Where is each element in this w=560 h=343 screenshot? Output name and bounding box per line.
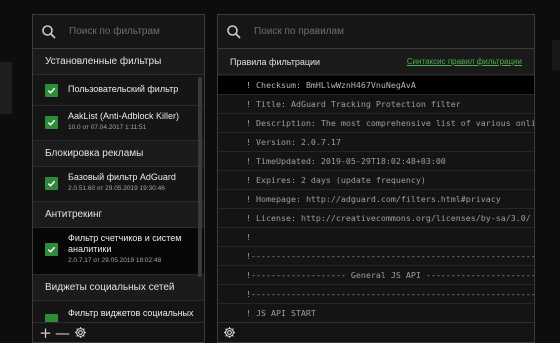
rule-line[interactable]: ! JS API START bbox=[218, 304, 534, 323]
rules-panel: Правила фильтрации Синтаксис правил филь… bbox=[217, 14, 535, 343]
gear-icon[interactable] bbox=[223, 326, 236, 339]
rule-line[interactable]: ! Homepage: http://adguard.com/filters.h… bbox=[218, 190, 534, 209]
rules-toolbar bbox=[218, 322, 534, 342]
rules-title: Правила фильтрации bbox=[230, 56, 321, 67]
rule-line[interactable]: ! License: http://creativecommons.org/li… bbox=[218, 209, 534, 228]
rule-search-bar bbox=[218, 15, 534, 49]
check-icon bbox=[47, 246, 56, 253]
background-window-strip bbox=[0, 62, 12, 114]
remove-filter-button[interactable]: — bbox=[55, 325, 70, 340]
rule-line[interactable]: !---------------------------------------… bbox=[218, 285, 534, 304]
rule-line[interactable]: !---------------------------------------… bbox=[218, 247, 534, 266]
rule-line[interactable]: ! Title: AdGuard Tracking Protection fil… bbox=[218, 95, 534, 114]
gear-icon[interactable] bbox=[74, 326, 87, 339]
filter-item-user[interactable]: Пользовательский фильтр bbox=[33, 75, 204, 106]
filter-item-tracking[interactable]: Фильтр счетчиков и систем аналитики 2.0.… bbox=[33, 228, 204, 275]
search-icon[interactable] bbox=[41, 24, 57, 40]
background-window-strip bbox=[552, 40, 560, 70]
filters-toolbar: + — bbox=[33, 322, 204, 342]
rule-line[interactable]: ! TimeUpdated: 2019-05-29T18:02:48+03:00 bbox=[218, 152, 534, 171]
filter-name: Пользовательский фильтр bbox=[68, 84, 179, 94]
filters-panel: Установленные фильтры Пользовательский ф… bbox=[32, 14, 205, 343]
search-icon[interactable] bbox=[226, 24, 242, 40]
rule-line[interactable]: ! bbox=[218, 228, 534, 247]
section-header-installed: Установленные фильтры bbox=[33, 49, 204, 75]
section-header-social: Виджеты социальных сетей bbox=[33, 275, 204, 301]
filter-meta: 10.0 от 07.04.2017 1:11:51 bbox=[68, 124, 147, 131]
rules-editor[interactable]: ! Checksum: BmHLlwWznH467VnuNegAvA ! Tit… bbox=[218, 76, 534, 323]
rule-line[interactable]: !------------------- General JS API ----… bbox=[218, 266, 534, 285]
filter-meta: 2.0.7.17 от 29.05.2019 18:02:48 bbox=[68, 257, 162, 264]
filter-name: Базовый фильтр AdGuard bbox=[68, 172, 176, 182]
filter-item-aaklist[interactable]: AakList (Anti-Adblock Killer) 10.0 от 07… bbox=[33, 106, 204, 141]
filter-meta: 2.0.51.60 от 29.05.2019 19:30:46 bbox=[68, 185, 165, 192]
add-filter-button[interactable]: + bbox=[38, 325, 53, 340]
filter-name: Фильтр виджетов социальных bbox=[68, 308, 194, 318]
filter-search-input[interactable] bbox=[69, 19, 204, 44]
check-icon bbox=[47, 87, 56, 94]
filter-checkbox[interactable] bbox=[45, 84, 58, 97]
rule-line[interactable]: ! Description: The most comprehensive li… bbox=[218, 114, 534, 133]
filter-checkbox[interactable] bbox=[45, 116, 58, 129]
rule-line[interactable]: ! Expires: 2 days (update frequency) bbox=[218, 171, 534, 190]
filter-name: Фильтр счетчиков и систем аналитики bbox=[68, 233, 182, 254]
filter-checkbox[interactable] bbox=[45, 243, 58, 256]
filter-list-scrollbar[interactable] bbox=[198, 77, 202, 277]
section-header-ads: Блокировка рекламы bbox=[33, 141, 204, 167]
filter-list: Установленные фильтры Пользовательский ф… bbox=[33, 49, 204, 325]
filter-search-bar bbox=[33, 15, 204, 49]
filter-item-base[interactable]: Базовый фильтр AdGuard 2.0.51.60 от 29.0… bbox=[33, 167, 204, 202]
filter-checkbox[interactable] bbox=[45, 177, 58, 190]
syntax-help-link[interactable]: Синтаксис правил фильтрации bbox=[407, 57, 522, 66]
rule-line[interactable]: ! Checksum: BmHLlwWznH467VnuNegAvA bbox=[218, 76, 534, 95]
check-icon bbox=[47, 119, 56, 126]
check-icon bbox=[47, 180, 56, 187]
rule-search-input[interactable] bbox=[254, 19, 534, 44]
filter-name: AakList (Anti-Adblock Killer) bbox=[68, 111, 180, 121]
section-header-antitracking: Антитрекинг bbox=[33, 202, 204, 228]
rules-header: Правила фильтрации Синтаксис правил филь… bbox=[218, 49, 534, 75]
rule-line[interactable]: ! Version: 2.0.7.17 bbox=[218, 133, 534, 152]
